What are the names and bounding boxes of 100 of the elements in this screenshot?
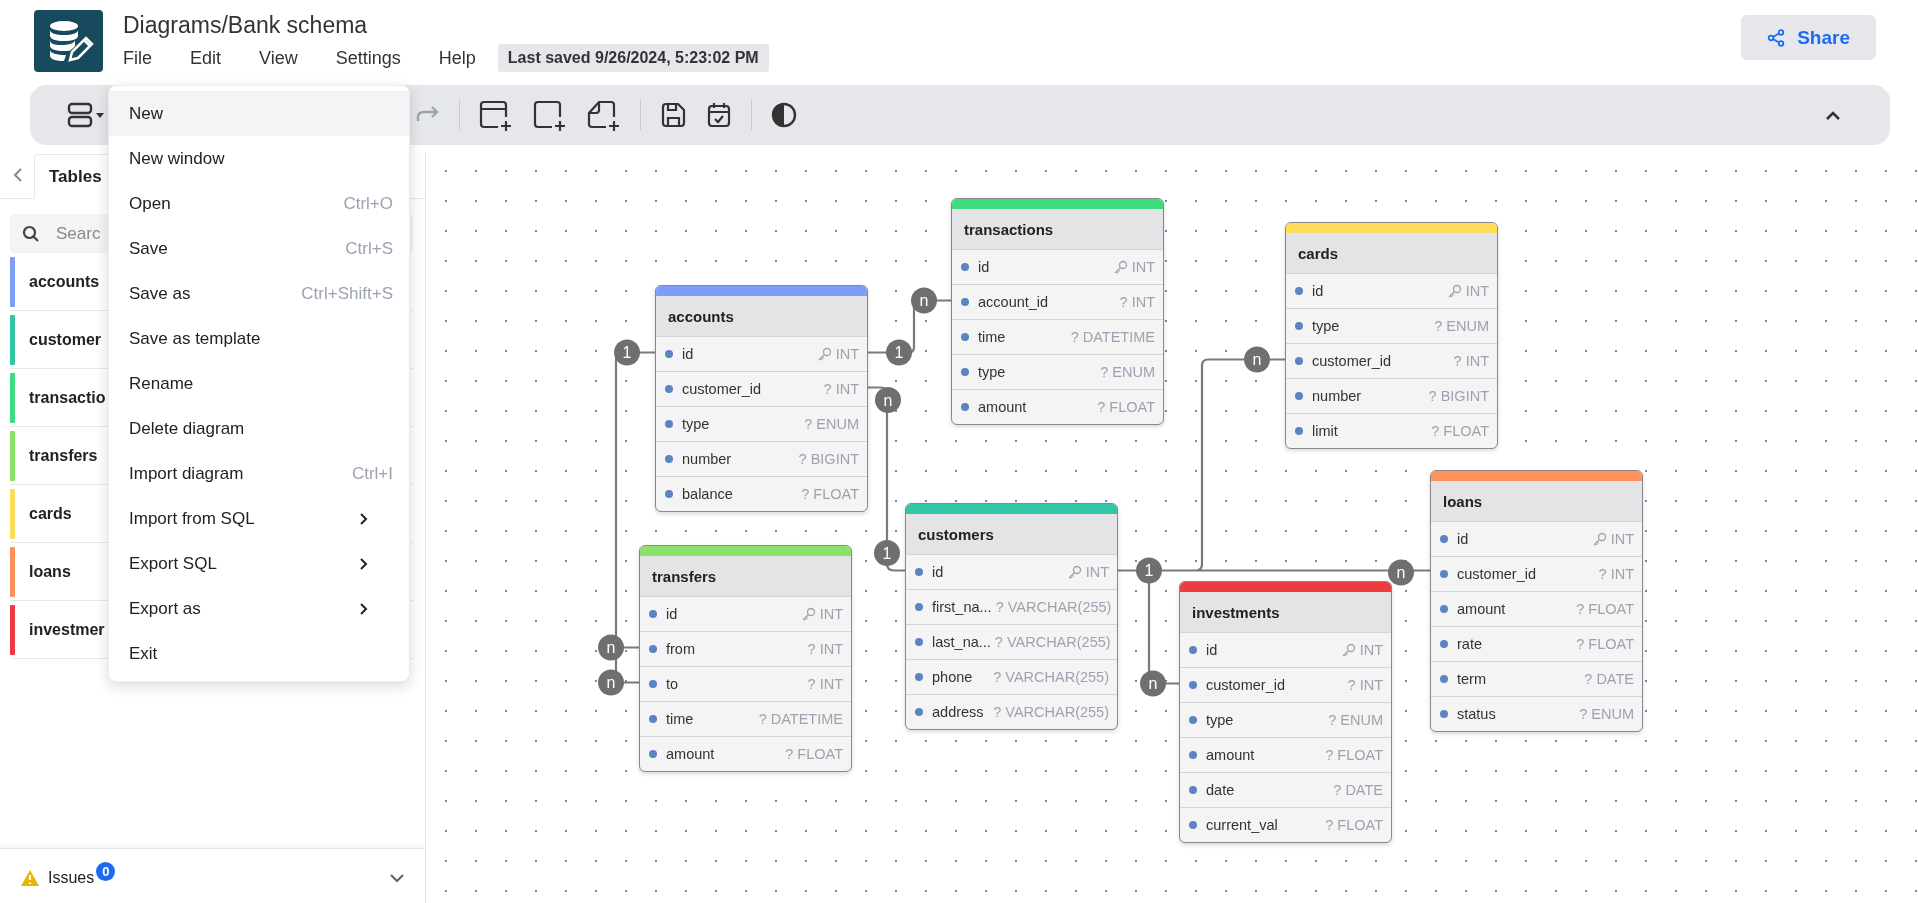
table-name: loans — [1431, 481, 1642, 521]
cardinality-badge: 1 — [614, 339, 640, 366]
field-dot-icon — [1189, 821, 1197, 829]
table-list-item[interactable]: loans — [29, 562, 71, 581]
cardinality-badge: 1 — [886, 339, 912, 366]
field-name: type — [682, 416, 710, 432]
table-card[interactable]: investments id INT customer_id ? INT type ? ENUM amount ? FLOAT date ? DATE current_val ? FLOAT — [1179, 581, 1392, 843]
field-name: time — [666, 711, 694, 727]
table-card[interactable]: loans id INT customer_id ? INT amount ? FLOAT rate ? FLOAT term ? DATE status ? ENUM — [1430, 470, 1643, 732]
field-name: date — [1206, 782, 1235, 798]
table-name: customers — [906, 514, 1117, 554]
chevron-down-icon[interactable] — [389, 873, 405, 883]
field-dot-icon — [1189, 646, 1197, 654]
share-icon — [1767, 28, 1786, 47]
layout-icon[interactable] — [67, 102, 107, 128]
table-card[interactable]: customers id INT first_na... ? VARCHAR(255) last_na... ? VARCHAR(255) phone ? VARCHAR(255) address ? VARCHAR(255) — [905, 503, 1118, 730]
table-card[interactable]: transfers id INT from ? INT to ? INT time ? DATETIME amount ? FLOAT — [639, 545, 852, 772]
cardinality-badge: n — [598, 669, 624, 696]
save-icon[interactable] — [659, 101, 687, 129]
menu-item[interactable]: Save as Ctrl+Shift+S — [109, 271, 409, 316]
field-dot-icon — [1440, 605, 1448, 613]
field-name: last_na... — [932, 634, 991, 650]
key-icon — [1112, 259, 1128, 275]
field-name: term — [1457, 671, 1486, 687]
field-name: amount — [978, 399, 1027, 415]
table-list-item[interactable]: transactio — [29, 388, 106, 407]
field-type: ? VARCHAR(255) — [994, 634, 1111, 650]
table-list-item[interactable]: cards — [29, 504, 72, 523]
menu-item[interactable]: Export as — [109, 586, 409, 631]
field-dot-icon — [665, 455, 673, 463]
table-name: transfers — [640, 556, 851, 596]
table-name: transactions — [952, 209, 1163, 249]
field-dot-icon — [649, 680, 657, 688]
menu-item[interactable]: Exit — [109, 631, 409, 676]
field-name: type — [978, 364, 1006, 380]
cardinality-badge: 1 — [1136, 557, 1162, 584]
table-list-item[interactable]: accounts — [29, 272, 100, 291]
field-name: id — [1206, 642, 1218, 658]
add-note-icon[interactable] — [586, 99, 622, 131]
menu-bar-item[interactable]: Settings — [335, 45, 401, 71]
chevron-left-icon[interactable] — [12, 167, 24, 183]
contrast-icon[interactable] — [770, 101, 798, 129]
cardinality-badge: n — [1244, 346, 1270, 373]
field-dot-icon — [915, 603, 923, 611]
table-list-item[interactable]: investmer — [29, 620, 105, 639]
add-area-icon[interactable] — [532, 99, 568, 131]
cardinality-badge: n — [1388, 559, 1414, 586]
menu-item[interactable]: Delete diagram — [109, 406, 409, 451]
field-type: ? INT — [1347, 677, 1383, 693]
menu-bar-item[interactable]: Help — [438, 45, 476, 71]
add-table-icon[interactable] — [478, 99, 514, 131]
field-name: amount — [666, 746, 715, 762]
field-dot-icon — [1440, 710, 1448, 718]
menu-bar-item[interactable]: Edit — [190, 45, 222, 71]
menu-item[interactable]: Export SQL — [109, 541, 409, 586]
key-icon — [1446, 283, 1462, 299]
cardinality-badge: n — [598, 634, 624, 661]
chevron-right-icon — [359, 601, 369, 616]
key-icon — [816, 346, 832, 362]
field-name: number — [682, 451, 732, 467]
field-name: id — [978, 259, 990, 275]
field-type: ? DATE — [1584, 671, 1634, 687]
menu-item[interactable]: Save as template — [109, 316, 409, 361]
menu-item[interactable]: Rename — [109, 361, 409, 406]
field-dot-icon — [961, 298, 969, 306]
chevron-up-icon[interactable] — [1824, 109, 1842, 121]
table-card[interactable]: cards id INT type ? ENUM customer_id ? INT number ? BIGINT limit ? FLOAT — [1285, 222, 1498, 449]
field-name: balance — [682, 486, 733, 502]
cardinality-badge: n — [875, 387, 901, 413]
field-dot-icon — [915, 708, 923, 716]
menu-item[interactable]: New — [109, 91, 409, 136]
field-type: ? FLOAT — [1431, 423, 1489, 439]
table-list-item[interactable]: transfers — [29, 446, 98, 465]
field-dot-icon — [1189, 716, 1197, 724]
field-type: ? FLOAT — [1097, 399, 1155, 415]
field-name: type — [1312, 318, 1340, 334]
menu-item[interactable]: Import from SQL — [109, 496, 409, 541]
menu-item[interactable]: Import diagram Ctrl+I — [109, 451, 409, 496]
menu-item[interactable]: Save Ctrl+S — [109, 226, 409, 271]
menu-bar-item[interactable]: View — [259, 45, 298, 71]
field-name: limit — [1312, 423, 1338, 439]
field-dot-icon — [649, 715, 657, 723]
field-type: ? FLOAT — [801, 486, 859, 502]
cardinality-badge: 1 — [874, 540, 900, 566]
issues-label: Issues — [48, 869, 95, 887]
field-type: INT — [1359, 642, 1383, 658]
share-button[interactable]: Share — [1741, 15, 1876, 60]
field-dot-icon — [1295, 357, 1303, 365]
field-name: status — [1457, 706, 1496, 722]
field-type: ? INT — [807, 641, 843, 657]
table-list-item[interactable]: customer — [29, 330, 102, 349]
table-card[interactable]: transactions id INT account_id ? INT time ? DATETIME type ? ENUM amount ? FLOAT — [951, 198, 1164, 425]
field-dot-icon — [1295, 287, 1303, 295]
field-type: ? FLOAT — [1576, 601, 1634, 617]
menu-bar-item[interactable]: File — [123, 45, 152, 71]
calendar-check-icon[interactable] — [705, 101, 733, 129]
table-name: cards — [1286, 233, 1497, 273]
table-card[interactable]: accounts id INT customer_id ? INT type ? ENUM number ? BIGINT balance ? FLOAT — [655, 285, 868, 512]
field-type: ? ENUM — [804, 416, 859, 432]
cardinality-badge: n — [1140, 670, 1166, 697]
